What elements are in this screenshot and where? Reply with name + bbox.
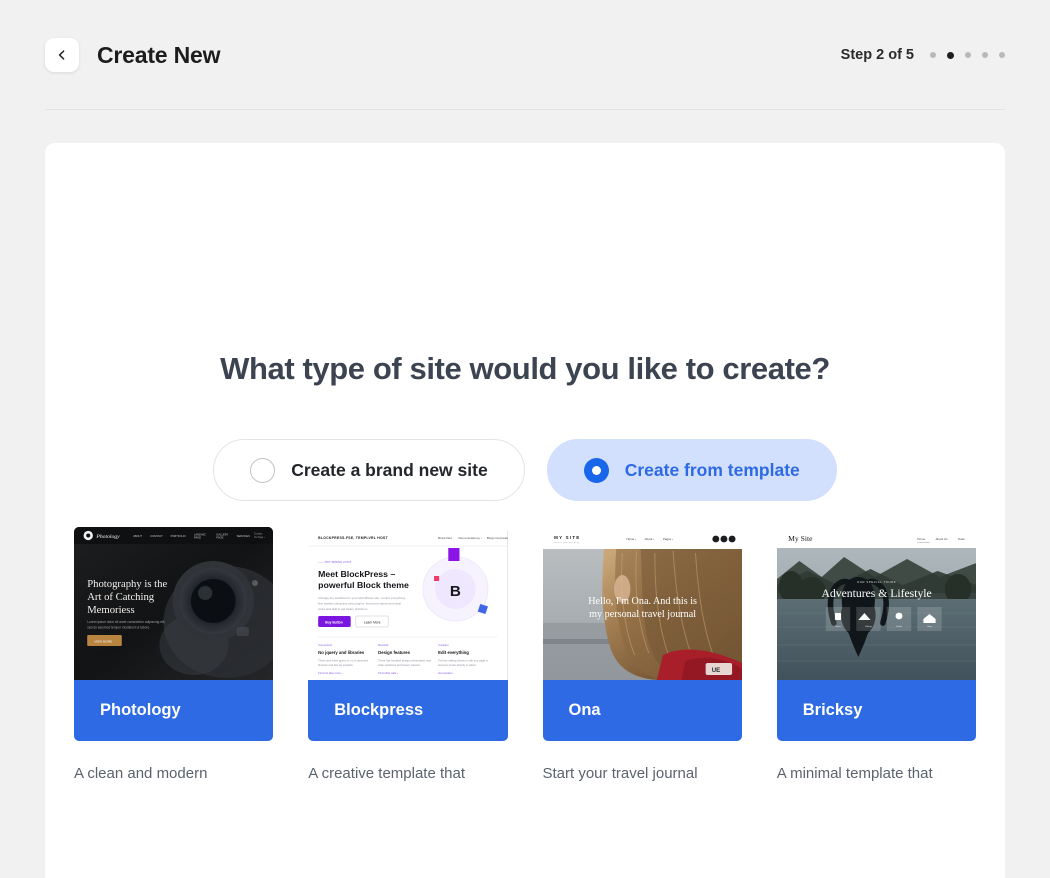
svg-text:wide variations and helper cla: wide variations and helper classes.	[378, 663, 421, 667]
svg-text:fine tweaks using any new plug: fine tweaks using any new plugins. Impro…	[318, 602, 401, 606]
svg-text:My Site: My Site	[788, 534, 813, 543]
radio-unselected-icon	[250, 457, 276, 483]
svg-text:Find out also more ›: Find out also more ›	[318, 671, 342, 675]
svg-text:Lorem ipsum dolor sit amet con: Lorem ipsum dolor sit amet consectetur a…	[87, 620, 165, 624]
template-description-photology: A clean and modern	[74, 765, 208, 782]
template-grid: Photology ABOUT CONTACT PORTFOLIO LANDIN…	[45, 527, 1005, 785]
option-create-from-template[interactable]: Create from template	[546, 439, 837, 501]
svg-text:UE: UE	[711, 668, 719, 674]
svg-text:Buy Button: Buy Button	[326, 620, 344, 624]
radio-selected-icon	[583, 457, 609, 483]
template-preview-photology: Photology ABOUT CONTACT PORTFOLIO LANDIN…	[74, 527, 274, 680]
svg-text:Block Diet: Block Diet	[438, 536, 452, 540]
svg-text:Photography is the: Photography is the	[87, 579, 167, 590]
svg-text:Photology: Photology	[95, 534, 120, 540]
svg-text:Home ›: Home ›	[626, 537, 636, 541]
svg-text:Demo Academy ›: Demo Academy ›	[459, 536, 482, 540]
svg-text:There dont have jquery or no i: There dont have jquery or no in parented	[318, 659, 368, 663]
option-brand-new-site[interactable]: Create a brand new site	[213, 439, 525, 501]
svg-text:sed do eiusmod tempor incididu: sed do eiusmod tempor incididunt ut labo…	[87, 626, 150, 630]
svg-text:PAGE: PAGE	[194, 535, 201, 539]
svg-text:element of site directly in ed: element of site directly in editor.	[438, 663, 477, 667]
step-dot-4[interactable]	[982, 52, 988, 58]
back-button[interactable]	[45, 38, 79, 72]
option-create-from-template-label: Create from template	[624, 459, 800, 480]
header-divider	[45, 109, 1005, 110]
svg-text:VIEW MORE: VIEW MORE	[94, 639, 112, 643]
step-indicator: Step 2 of 5	[841, 47, 1005, 63]
template-preview-ona: MY SITE travel journal blog Home › About…	[542, 527, 742, 680]
svg-text:PAGE: PAGE	[216, 535, 223, 539]
svg-text:Memoriess: Memoriess	[87, 605, 134, 616]
step-dot-2-active[interactable]	[947, 51, 954, 59]
template-description-ona: Start your travel journal	[542, 765, 698, 782]
page-headline: What type of site would you like to crea…	[220, 351, 830, 386]
svg-text:Art of Catching: Art of Catching	[87, 592, 155, 603]
svg-text:Blogs Corporate ›: Blogs Corporate ›	[487, 536, 507, 540]
svg-text:Hello, I'm Ona. And this is: Hello, I'm Ona. And this is	[588, 596, 697, 607]
svg-text:Guide: Guide	[896, 626, 903, 628]
template-name-blockpress: Blockpress	[308, 680, 508, 741]
template-preview-blockpress: BLOCKPRESS-FSE, TEMPLVRL HOST Block Diet…	[308, 527, 508, 680]
svg-text:Hiking: Hiking	[865, 626, 872, 628]
page-title: Create New	[97, 41, 221, 68]
template-name-photology: Photology	[74, 680, 274, 741]
svg-text:Home: Home	[917, 537, 925, 541]
svg-text:SERVICES: SERVICES	[237, 534, 251, 538]
template-preview-bricksy: My Site Home About Us Team OUR SPECIAL T…	[776, 527, 976, 680]
svg-text:Convenient: Convenient	[318, 643, 332, 647]
svg-text:Meet BlockPress –: Meet BlockPress –	[318, 569, 395, 579]
svg-text:Edit everything: Edit everything	[438, 650, 469, 655]
step-dot-5[interactable]	[999, 52, 1005, 58]
svg-text:CONTACT: CONTACT	[150, 534, 163, 538]
svg-text:travel journal blog: travel journal blog	[554, 541, 580, 544]
svg-text:libraries and fast as possible: libraries and fast as possible.	[318, 663, 354, 667]
svg-text:—— HOT SPRING A HOT: —— HOT SPRING A HOT	[318, 560, 351, 564]
svg-text:Curation: Curation	[438, 643, 449, 647]
svg-text:my personal travel journal: my personal travel journal	[589, 609, 696, 620]
svg-text:About Us: About Us	[935, 537, 948, 541]
page-header: Create New Step 2 of 5	[0, 0, 1050, 110]
svg-text:Pages ›: Pages ›	[662, 537, 672, 541]
svg-text:B: B	[450, 583, 461, 600]
svg-text:Get started ›: Get started ›	[438, 671, 453, 675]
svg-text:Find other safe ›: Find other safe ›	[378, 671, 398, 675]
svg-text:sizes and skill to get better: sizes and skill to get better problems.	[318, 607, 368, 611]
template-description-blockpress: A creative template that	[308, 765, 466, 782]
template-card-blockpress[interactable]: BLOCKPRESS-FSE, TEMPLVRL HOST Block Diet…	[308, 527, 508, 785]
svg-text:Full site editing allows to ed: Full site editing allows to edit any pag…	[438, 659, 488, 663]
svg-text:powerful Block theme: powerful Block theme	[318, 580, 409, 590]
step-dot-1[interactable]	[930, 52, 936, 58]
svg-text:About ›: About ›	[644, 537, 653, 541]
svg-text:Learn More: Learn More	[364, 620, 381, 624]
step-label: Step 2 of 5	[840, 47, 914, 63]
chevron-left-icon	[56, 49, 68, 61]
svg-text:Us​ Page ›: Us​ Page ›	[254, 536, 265, 539]
site-type-options: Create a brand new site Create from temp…	[45, 439, 1005, 501]
svg-text:BLOCKPRESS-FSE, TEMPLVRL HOST: BLOCKPRESS-FSE, TEMPLVRL HOST	[318, 536, 388, 540]
svg-text:Tours: Tours	[835, 626, 841, 628]
template-description-bricksy: A minimal template that	[776, 765, 933, 782]
svg-text:Records: Records	[378, 643, 389, 647]
option-brand-new-site-label: Create a brand new site	[291, 459, 488, 480]
svg-text:No jquery and libraries: No jquery and libraries	[318, 650, 365, 655]
svg-text:OUR SPECIAL TOURS: OUR SPECIAL TOURS	[857, 580, 896, 584]
svg-text:Team: Team	[958, 537, 966, 541]
step-dot-3[interactable]	[965, 52, 971, 58]
svg-text:Design features: Design features	[378, 650, 411, 655]
svg-text:Change the workflow for your W: Change the workflow for your WordPress s…	[318, 596, 406, 600]
step-dots	[930, 51, 1005, 59]
svg-text:There has handled design prese: There has handled design presentation an…	[378, 659, 431, 663]
template-card-ona[interactable]: MY SITE travel journal blog Home › About…	[542, 527, 742, 785]
template-card-photology[interactable]: Photology ABOUT CONTACT PORTFOLIO LANDIN…	[74, 527, 274, 785]
svg-text:ABOUT: ABOUT	[133, 534, 142, 538]
template-name-ona: Ona	[542, 680, 742, 741]
svg-text:PORTFOLIO: PORTFOLIO	[171, 534, 186, 538]
svg-text:MY SITE: MY SITE	[554, 535, 580, 540]
template-name-bricksy: Bricksy	[776, 680, 976, 741]
template-card-bricksy[interactable]: My Site Home About Us Team OUR SPECIAL T…	[776, 527, 976, 785]
content-panel: What type of site would you like to crea…	[45, 143, 1005, 878]
svg-text:Adventures & Lifestyle: Adventures & Lifestyle	[821, 587, 931, 600]
